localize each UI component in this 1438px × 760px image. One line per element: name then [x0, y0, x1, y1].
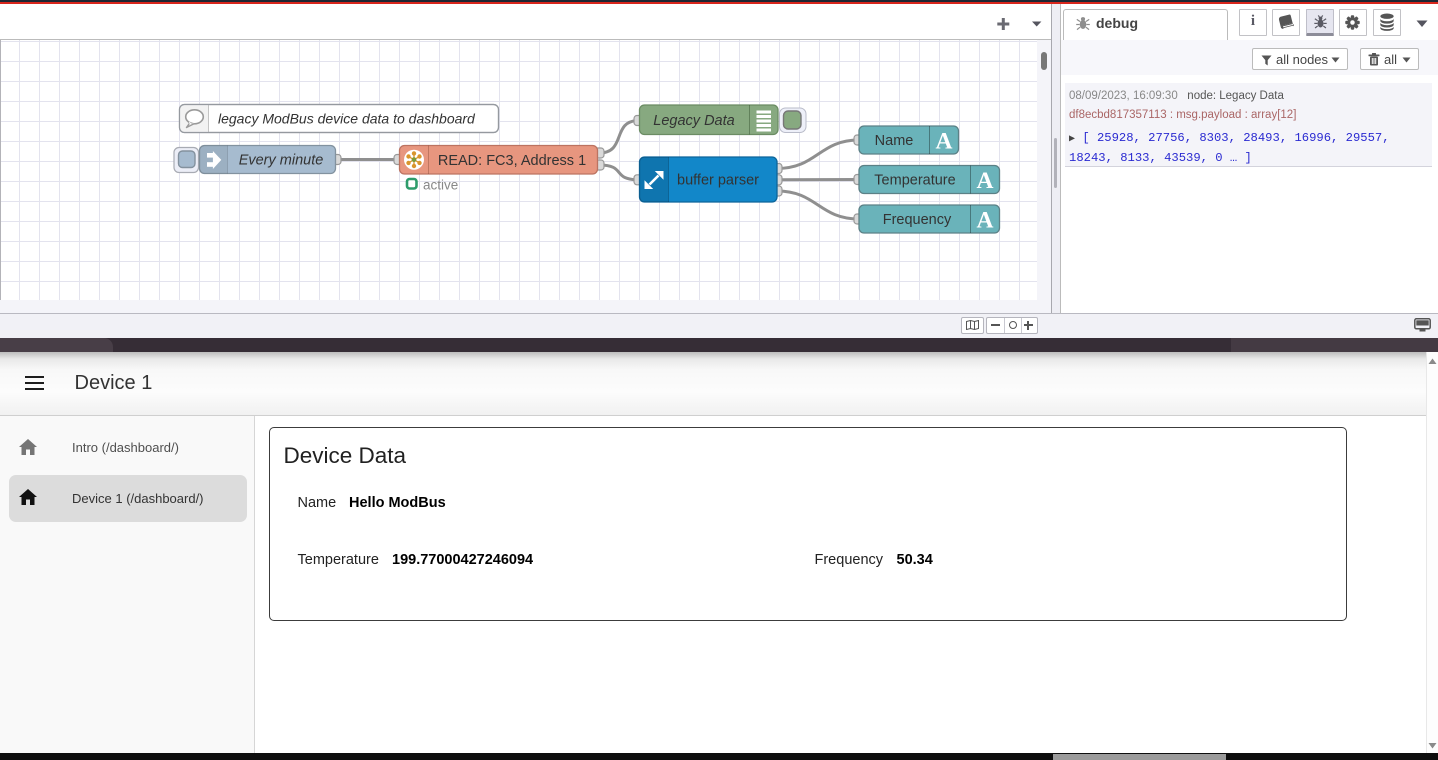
svg-text:Every minute: Every minute — [239, 153, 324, 169]
svg-text:A: A — [936, 129, 953, 155]
svg-text:Frequency: Frequency — [883, 212, 952, 228]
svg-text:legacy ModBus device data to d: legacy ModBus device data to dashboard — [218, 111, 476, 127]
svg-text:Name: Name — [875, 133, 914, 149]
svg-text:buffer parser: buffer parser — [677, 173, 759, 189]
svg-text:READ: FC3, Address 1: READ: FC3, Address 1 — [438, 153, 586, 169]
svg-text:A: A — [977, 208, 994, 234]
svg-text:A: A — [977, 168, 994, 194]
svg-text:active: active — [423, 178, 458, 193]
svg-text:Temperature: Temperature — [874, 172, 955, 188]
svg-text:Legacy Data: Legacy Data — [653, 113, 734, 129]
